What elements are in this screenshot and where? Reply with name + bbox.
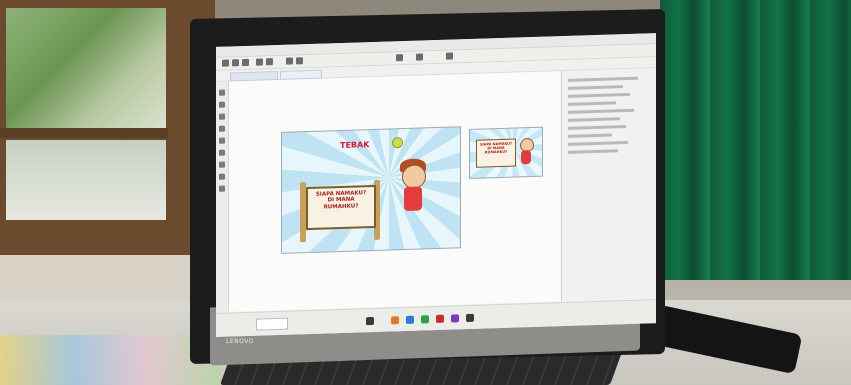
- freehand-tool-icon[interactable]: [219, 137, 225, 144]
- panel-row[interactable]: [568, 149, 618, 154]
- fill-tool-icon[interactable]: [219, 185, 225, 192]
- boy-body: [404, 186, 422, 212]
- crop-tool-icon[interactable]: [219, 113, 225, 120]
- slide-main[interactable]: TEBAK SIAPA NAMAKU? DI MANA RUMAHKU?: [281, 126, 461, 254]
- export-icon[interactable]: [296, 57, 303, 65]
- snap-icon[interactable]: [416, 53, 423, 61]
- green-curtain: [660, 0, 851, 280]
- undo-icon[interactable]: [256, 58, 263, 66]
- redo-icon[interactable]: [266, 58, 273, 66]
- tennis-ball: [392, 137, 403, 149]
- panel-row[interactable]: [568, 108, 634, 114]
- drawing-canvas[interactable]: TEBAK SIAPA NAMAKU? DI MANA RUMAHKU? SIA…: [229, 71, 560, 312]
- app-icon-3[interactable]: [421, 315, 429, 324]
- pick-tool-icon[interactable]: [219, 89, 225, 96]
- thumb-boy-body: [521, 150, 531, 165]
- monitor-brand: LENOVO: [226, 338, 254, 345]
- colorful-poster: [0, 335, 220, 385]
- panel-row[interactable]: [568, 92, 630, 98]
- text-tool-icon[interactable]: [219, 173, 225, 180]
- object-manager-panel[interactable]: [561, 68, 656, 302]
- panel-row[interactable]: [568, 133, 612, 138]
- page-tab[interactable]: [256, 317, 288, 331]
- window-crossbar: [0, 128, 168, 138]
- window-glass-upper: [6, 8, 166, 128]
- slide-title: TEBAK: [340, 140, 370, 151]
- zoom-icon[interactable]: [396, 54, 403, 62]
- app-icon-5[interactable]: [451, 314, 459, 323]
- panel-row[interactable]: [568, 76, 638, 82]
- boy-head: [402, 164, 426, 190]
- sign-board: SIAPA NAMAKU? DI MANA RUMAHKU?: [306, 184, 376, 231]
- monitor-screen: TEBAK SIAPA NAMAKU? DI MANA RUMAHKU? SIA…: [216, 33, 656, 337]
- app-icon-1[interactable]: [391, 316, 399, 325]
- app-icon-4[interactable]: [436, 314, 444, 323]
- app-icon-2[interactable]: [406, 315, 414, 324]
- settings-icon[interactable]: [446, 52, 453, 60]
- save-icon[interactable]: [242, 58, 249, 67]
- thumb-board-line-3: RUMAHKU?: [484, 149, 508, 155]
- shape-tool-icon[interactable]: [219, 101, 225, 108]
- app-icon-6[interactable]: [466, 313, 474, 323]
- toolbox: [216, 81, 229, 312]
- panel-row[interactable]: [568, 140, 628, 146]
- zoom-tool-icon[interactable]: [219, 125, 225, 132]
- slide-thumbnail[interactable]: SIAPA NAMAKU? DI MANA RUMAHKU?: [469, 126, 543, 179]
- panel-row[interactable]: [568, 101, 616, 106]
- open-icon[interactable]: [232, 59, 239, 67]
- new-file-icon[interactable]: [222, 59, 229, 67]
- start-icon[interactable]: [366, 316, 374, 326]
- panel-row[interactable]: [568, 117, 620, 122]
- import-icon[interactable]: [286, 57, 293, 65]
- rectangle-tool-icon[interactable]: [219, 149, 225, 156]
- board-line-3: RUMAHKU?: [323, 203, 359, 211]
- panel-row[interactable]: [568, 125, 626, 130]
- panel-row[interactable]: [568, 85, 623, 90]
- thumb-sign-board: SIAPA NAMAKU? DI MANA RUMAHKU?: [476, 138, 516, 168]
- ellipse-tool-icon[interactable]: [219, 161, 225, 168]
- window-glass-lower: [6, 140, 166, 220]
